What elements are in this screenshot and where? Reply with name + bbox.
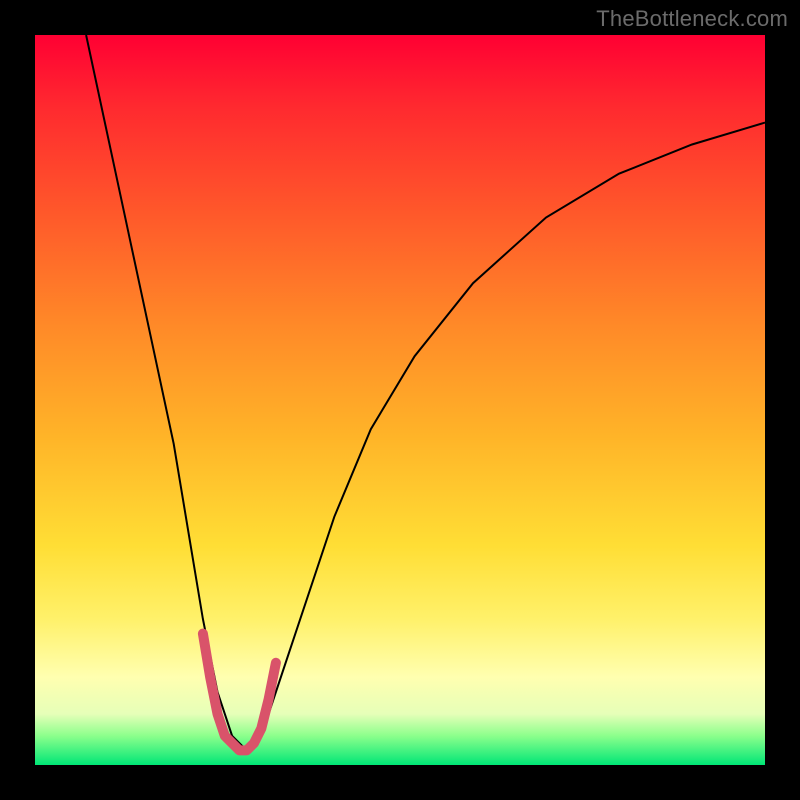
chart-svg	[35, 35, 765, 765]
minimum-marker-path	[203, 634, 276, 751]
watermark-text: TheBottleneck.com	[596, 6, 788, 32]
plot-area	[35, 35, 765, 765]
main-curve-path	[86, 35, 765, 750]
chart-frame: TheBottleneck.com	[0, 0, 800, 800]
